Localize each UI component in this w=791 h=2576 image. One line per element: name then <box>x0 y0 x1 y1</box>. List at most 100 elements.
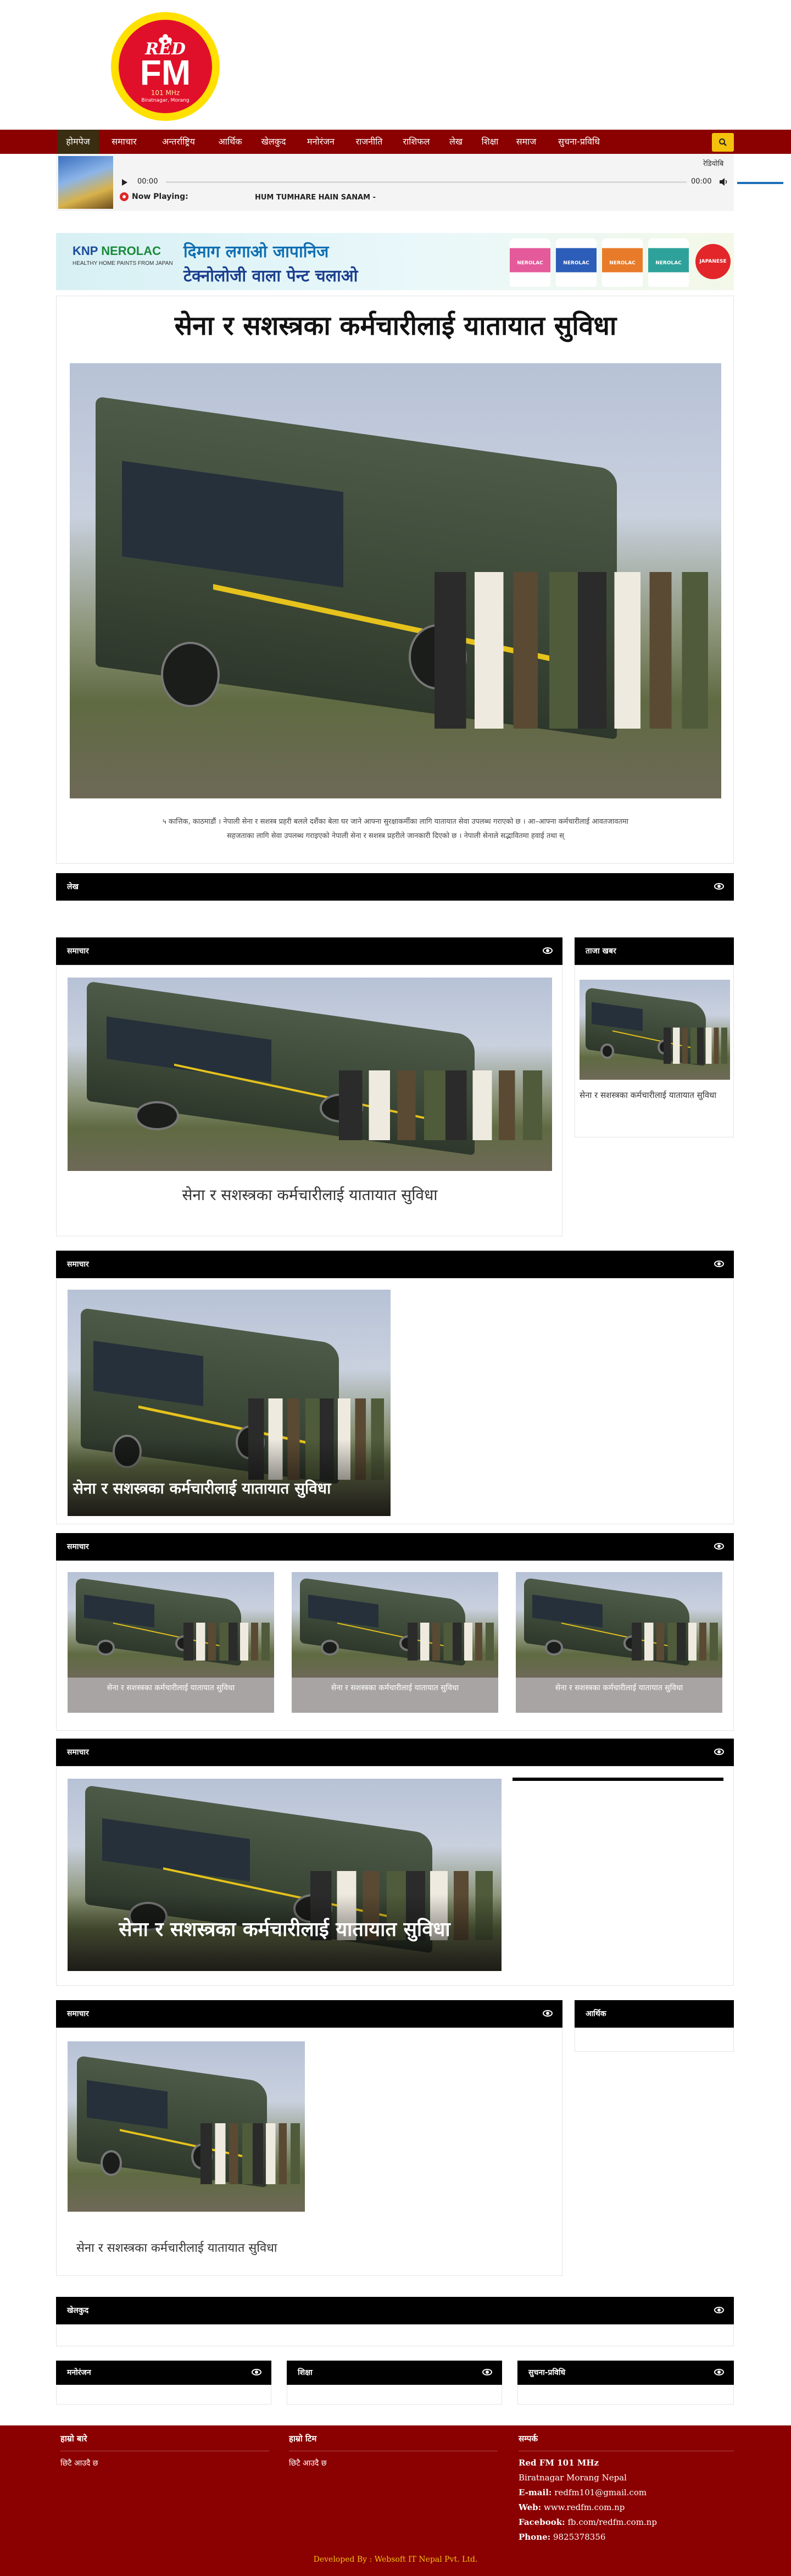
footer-team-title: हाम्रो टिम <box>289 2433 498 2451</box>
nav-horoscope[interactable]: राशिफल <box>394 130 438 154</box>
eye-icon[interactable] <box>482 2369 492 2375</box>
volume-icon[interactable] <box>720 178 728 186</box>
nav-economy[interactable]: आर्थिक <box>211 130 249 154</box>
footer-email[interactable]: redfm101@gmail.com <box>554 2488 647 2497</box>
nav-sports[interactable]: खेलकुद <box>253 130 294 154</box>
eye-icon[interactable] <box>714 2307 724 2313</box>
news-overlay-headline[interactable]: सेना र सशस्त्रका कर्मचारीलाई यातायात सुव… <box>68 1915 502 1942</box>
volume-slider[interactable] <box>737 182 783 184</box>
logo-fm-text: FM <box>140 53 191 92</box>
latest-news-panel: सेना र सशस्त्रका कर्मचारीलाई यातायात सुव… <box>575 965 734 1137</box>
nav-society[interactable]: समाज <box>510 130 543 154</box>
news-card-photo[interactable] <box>68 1572 274 1678</box>
ad-line-1: दिमाग लगाओ जापानिज <box>183 242 329 262</box>
news-panel: सेना र सशस्त्रका कर्मचारीलाई यातायात सुव… <box>56 2028 562 2276</box>
advertisement-banner[interactable]: KNP NEROLAC HEALTHY HOME PAINTS FROM JAP… <box>56 233 734 290</box>
nav-politics[interactable]: राजनीति <box>347 130 391 154</box>
article-photo[interactable] <box>70 363 721 798</box>
nav-articles[interactable]: लेख <box>442 130 470 154</box>
footer-facebook[interactable]: fb.com/redfm.com.np <box>567 2517 657 2527</box>
section-header-technology[interactable]: सुचना-प्रविधि <box>517 2361 734 2385</box>
footer-about-title: हाम्रो बारे <box>60 2433 269 2451</box>
nav-technology[interactable]: सुचना-प्रविधि <box>546 130 612 154</box>
logo-inner: RED FM 101 MHz Biratnagar, Morang <box>119 20 212 113</box>
progress-bar[interactable] <box>166 181 687 183</box>
section-title: खेलकुद <box>67 2306 89 2315</box>
news-card-photo[interactable] <box>292 1572 498 1678</box>
nav-international[interactable]: अन्तर्राष्ट्रिय <box>149 130 208 154</box>
section-header-economy[interactable]: आर्थिक <box>575 2000 734 2028</box>
nav-news[interactable]: समाचार <box>102 130 146 154</box>
news-headline[interactable]: सेना र सशस्त्रका कर्मचारीलाई यातायात सुव… <box>76 2239 277 2256</box>
section-header-entertainment[interactable]: मनोरंजन <box>56 2361 271 2385</box>
section-header-sports[interactable]: खेलकुद <box>56 2297 734 2324</box>
eye-icon[interactable] <box>543 947 553 954</box>
site-logo[interactable]: RED FM 101 MHz Biratnagar, Morang <box>111 12 220 121</box>
search-button[interactable] <box>712 133 734 152</box>
news-overlay-headline[interactable]: सेना र सशस्त्रका कर्मचारीलाई यातायात सुव… <box>73 1478 331 1498</box>
eye-icon[interactable] <box>714 1543 724 1550</box>
news-photo[interactable]: सेना र सशस्त्रका कर्मचारीलाई यातायात सुव… <box>68 1779 502 1971</box>
section-header-news[interactable]: समाचार <box>56 2000 562 2028</box>
section-header-news[interactable]: समाचार <box>56 1251 734 1278</box>
footer-station: Red FM 101 MHz <box>519 2458 599 2468</box>
footer-team-text: छिटै आउदै छ <box>289 2459 327 2468</box>
eye-icon[interactable] <box>714 2369 724 2375</box>
article-excerpt-line-2: सहजताका लागि सेवा उपलब्ध गराइएको नेपाली … <box>227 832 564 840</box>
eye-icon[interactable] <box>252 2369 261 2375</box>
play-icon[interactable] <box>122 179 127 186</box>
eye-icon[interactable] <box>543 2010 553 2017</box>
news-photo[interactable] <box>68 978 552 1171</box>
section-title: ताजा खबर <box>586 947 616 956</box>
latest-news-headline[interactable]: सेना र सशस्त्रका कर्मचारीलाई यातायात सुव… <box>580 1087 728 1103</box>
section-title: शिक्षा <box>298 2368 313 2377</box>
section-header-news[interactable]: समाचार <box>56 1739 734 1766</box>
eye-icon[interactable] <box>714 1261 724 1267</box>
latest-news-photo[interactable] <box>580 980 730 1080</box>
news-photo[interactable]: सेना र सशस्त्रका कर्मचारीलाई यातायात सुव… <box>68 1290 391 1516</box>
ad-brand: NEROLAC <box>101 244 161 258</box>
news-photo[interactable] <box>68 2041 305 2212</box>
paint-can: NEROLAC <box>602 238 643 287</box>
article-title[interactable]: सेना र सशस्त्रका कर्मचारीलाई यातायात सुव… <box>57 307 734 343</box>
logo-frequency: 101 MHz <box>151 89 180 97</box>
section-title: समाचार <box>67 1748 89 1757</box>
eye-icon[interactable] <box>714 1748 724 1755</box>
developer-link[interactable]: Websoft IT Nepal Pvt. Ltd. <box>375 2555 478 2564</box>
section-header-education[interactable]: शिक्षा <box>287 2361 502 2385</box>
time-end: 00:00 <box>691 177 712 186</box>
article-excerpt-line-1: ५ कात्तिक, काठमाडौं । नेपाली सेना र सशस्… <box>162 818 629 826</box>
news-headline[interactable]: सेना र सशस्त्रका कर्मचारीलाई यातायात सुव… <box>57 1184 563 1205</box>
news-card-caption[interactable]: सेना र सशस्त्रका कर्मचारीलाई यातायात सुव… <box>292 1678 498 1713</box>
eye-icon[interactable] <box>714 883 724 890</box>
nav-home[interactable]: होमपेज <box>57 130 99 154</box>
section-header-articles[interactable]: लेख <box>56 873 734 901</box>
nav-entertainment[interactable]: मनोरंजन <box>298 130 344 154</box>
logo-tagline: Biratnagar, Morang <box>141 98 190 103</box>
technology-panel <box>517 2385 734 2405</box>
footer-web[interactable]: www.redfm.com.np <box>544 2502 625 2512</box>
footer-credit: Developed By : Websoft IT Nepal Pvt. Ltd… <box>0 2555 791 2564</box>
entertainment-panel <box>56 2385 271 2405</box>
site-header: RED FM 101 MHz Biratnagar, Morang <box>0 0 791 130</box>
section-header-latest[interactable]: ताजा खबर <box>575 937 734 965</box>
footer-phone[interactable]: 9825378356 <box>553 2532 605 2542</box>
ad-brand-sub: HEALTHY HOME PAINTS FROM JAPAN <box>73 260 173 267</box>
footer-facebook-row: Facebook: fb.com/redfm.com.np <box>519 2515 734 2530</box>
sidebar-divider <box>513 1778 723 1781</box>
news-card-caption[interactable]: सेना र सशस्त्रका कर्मचारीलाई यातायात सुव… <box>516 1678 722 1713</box>
news-panel: सेना र सशस्त्रका कर्मचारीलाई यातायात सुव… <box>56 1278 734 1524</box>
developed-by-label: Developed By : <box>313 2555 372 2564</box>
sports-panel <box>56 2324 734 2346</box>
news-card-photo[interactable] <box>516 1572 722 1678</box>
footer-web-label: Web: <box>519 2502 542 2512</box>
time-start: 00:00 <box>137 177 158 186</box>
featured-article: सेना र सशस्त्रका कर्मचारीलाई यातायात सुव… <box>56 296 734 864</box>
section-header-news[interactable]: समाचार <box>56 937 562 965</box>
main-navigation: होमपेज समाचार अन्तर्राष्ट्रिय आर्थिक खेल… <box>0 130 791 154</box>
news-card-caption[interactable]: सेना र सशस्त्रका कर्मचारीलाई यातायात सुव… <box>68 1678 274 1713</box>
section-header-news[interactable]: समाचार <box>56 1533 734 1561</box>
nav-education[interactable]: शिक्षा <box>474 130 506 154</box>
ad-badge: JAPANESE <box>695 244 731 279</box>
footer-web-row: Web: www.redfm.com.np <box>519 2500 734 2515</box>
